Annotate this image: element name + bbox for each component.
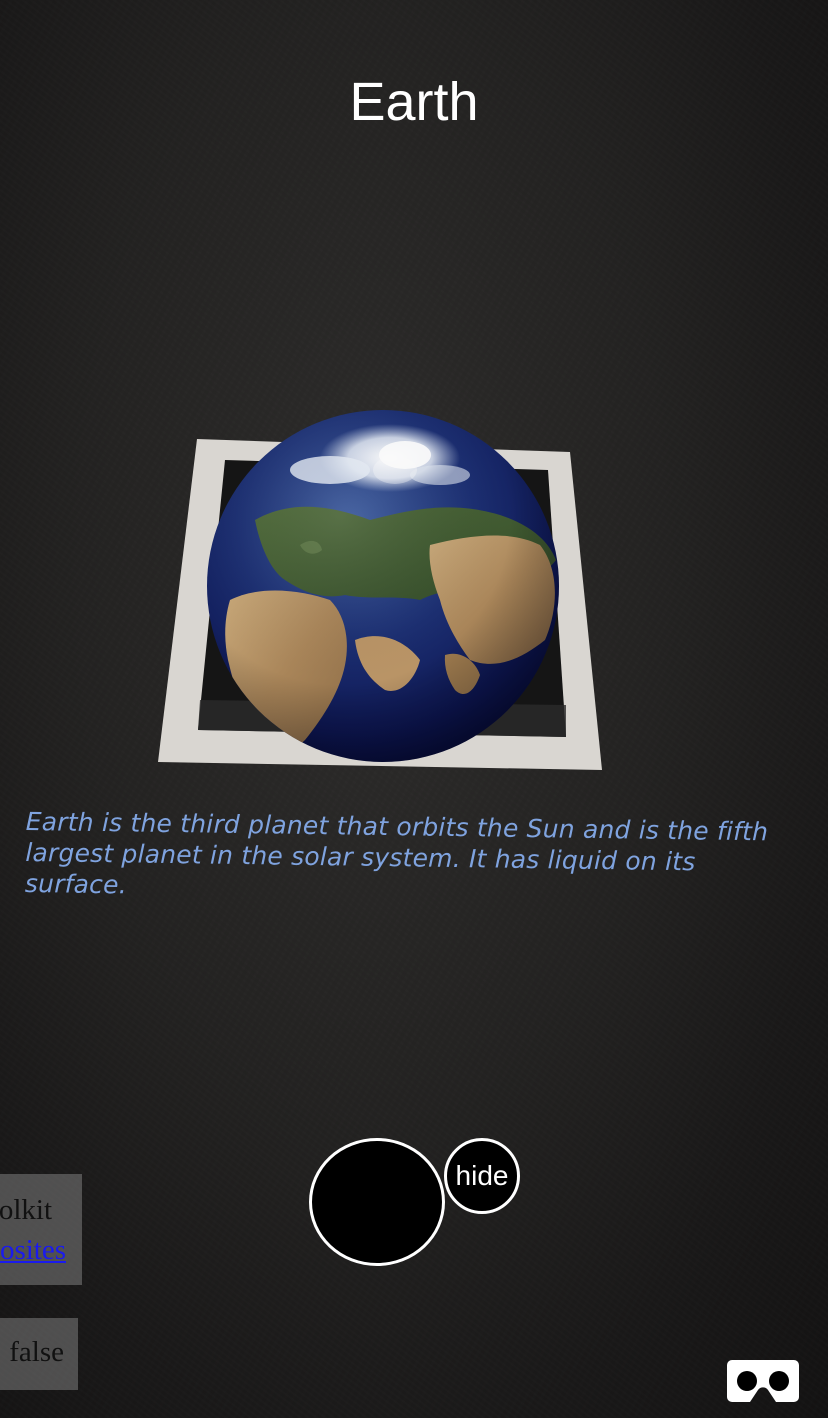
capture-button[interactable]: [309, 1138, 445, 1266]
debug-flag-value: false: [9, 1336, 64, 1368]
planet-description: Earth is the third planet that orbits th…: [24, 806, 769, 900]
ar-camera-view: Earth Earth is the third planet that orb…: [0, 0, 828, 1418]
hide-button[interactable]: hide: [444, 1138, 520, 1214]
page-title: Earth: [349, 72, 479, 132]
earth-globe-model: [207, 410, 559, 762]
vr-headset-icon[interactable]: [726, 1358, 800, 1404]
debug-info-label: olkit: [0, 1194, 52, 1226]
debug-info-panel: olkit osites: [0, 1174, 82, 1285]
debug-flag-panel: false: [0, 1318, 78, 1390]
debug-info-link[interactable]: osites: [0, 1234, 66, 1267]
